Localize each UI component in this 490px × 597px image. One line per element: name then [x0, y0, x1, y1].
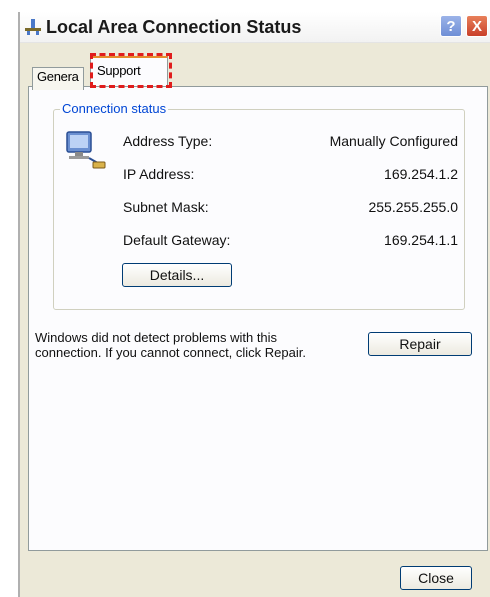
- ip-address-value: 169.254.1.2: [384, 166, 458, 182]
- details-button[interactable]: Details...: [122, 263, 232, 287]
- default-gateway-label: Default Gateway:: [123, 232, 231, 248]
- close-button[interactable]: Close: [400, 566, 472, 590]
- title-bar[interactable]: Local Area Connection Status ? X: [20, 12, 490, 43]
- window-title: Local Area Connection Status: [46, 17, 302, 37]
- tab-general[interactable]: Genera: [32, 67, 84, 90]
- network-computer-icon: [66, 131, 106, 169]
- help-button[interactable]: ?: [440, 15, 462, 37]
- address-type-label: Address Type:: [123, 133, 213, 149]
- subnet-mask-label: Subnet Mask:: [123, 199, 209, 215]
- repair-message: Windows did not detect problems with thi…: [35, 330, 306, 360]
- repair-button[interactable]: Repair: [368, 332, 472, 356]
- ip-address-label: IP Address:: [123, 166, 195, 182]
- connection-status-label: Connection status: [60, 101, 169, 116]
- address-type-value: Manually Configured: [329, 133, 458, 149]
- window-close-button[interactable]: X: [466, 15, 488, 37]
- support-tab-highlight: [90, 53, 172, 88]
- default-gateway-value: 169.254.1.1: [384, 232, 458, 248]
- subnet-mask-value: 255.255.255.0: [368, 199, 458, 215]
- network-connection-icon: [25, 19, 41, 35]
